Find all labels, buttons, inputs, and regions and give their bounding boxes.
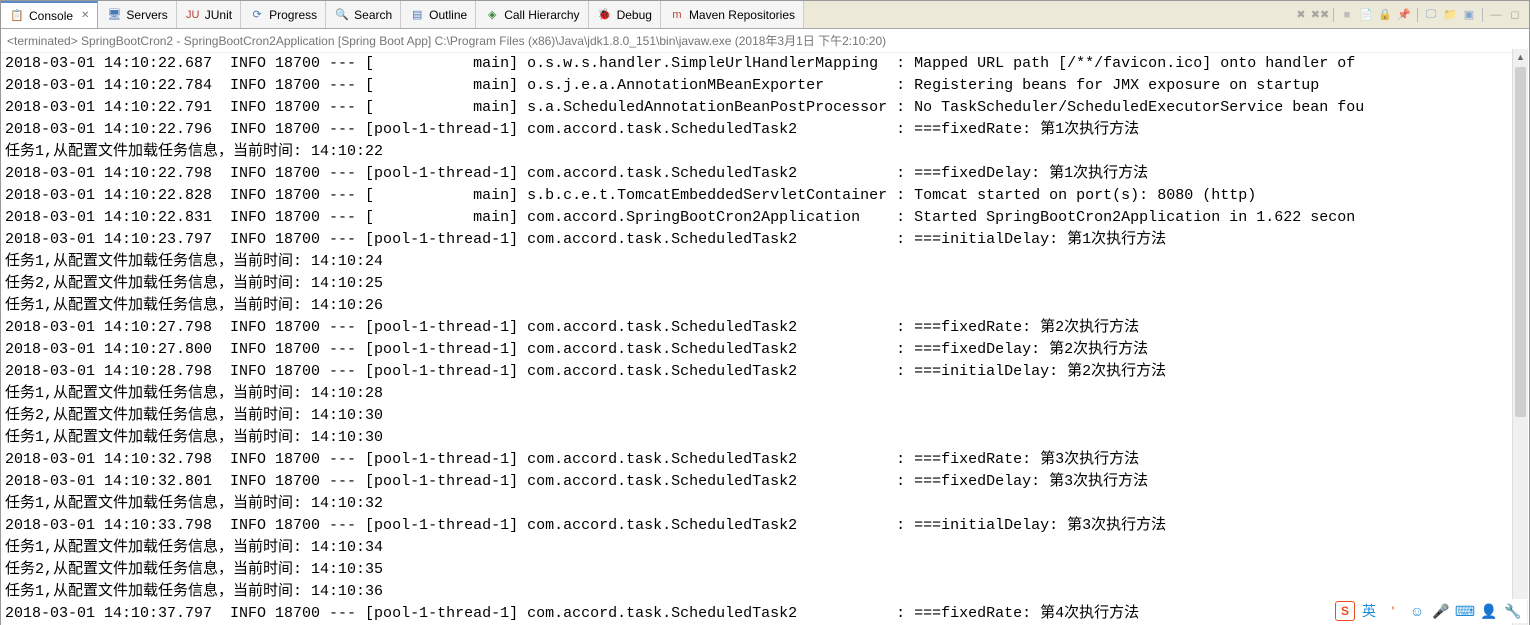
scroll-lock-icon[interactable]: 🔒 <box>1377 7 1393 23</box>
console-line: 任务1,从配置文件加载任务信息，当前时间: 14:10:32 <box>5 493 1525 515</box>
console-line: 2018-03-01 14:10:22.791 INFO 18700 --- [… <box>5 97 1525 119</box>
console-line: 2018-03-01 14:10:27.800 INFO 18700 --- [… <box>5 339 1525 361</box>
console-line: 任务1,从配置文件加载任务信息，当前时间: 14:10:36 <box>5 581 1525 603</box>
tab-debug[interactable]: 🐞 Debug <box>589 1 661 28</box>
tab-outline[interactable]: ▤ Outline <box>401 1 476 28</box>
progress-icon: ⟳ <box>249 7 265 23</box>
console-line: 任务1,从配置文件加载任务信息，当前时间: 14:10:24 <box>5 251 1525 273</box>
junit-icon: JU <box>185 7 201 23</box>
tab-label: Debug <box>617 8 652 22</box>
console-line: 任务1,从配置文件加载任务信息，当前时间: 14:10:22 <box>5 141 1525 163</box>
console-line: 2018-03-01 14:10:23.797 INFO 18700 --- [… <box>5 229 1525 251</box>
tab-console[interactable]: 📋 Console ✕ <box>1 1 98 28</box>
tab-label: Maven Repositories <box>689 8 795 22</box>
terminate-icon[interactable]: ■ <box>1339 7 1355 23</box>
call-hierarchy-icon: ◈ <box>484 7 500 23</box>
toolbar-separator <box>1482 8 1483 22</box>
display-icon[interactable]: 🖵 <box>1423 7 1439 23</box>
toolbar-separator <box>1417 8 1418 22</box>
console-line: 2018-03-01 14:10:32.798 INFO 18700 --- [… <box>5 449 1525 471</box>
console-line: 任务1,从配置文件加载任务信息，当前时间: 14:10:28 <box>5 383 1525 405</box>
clear-icon[interactable]: 📄 <box>1358 7 1374 23</box>
debug-icon: 🐞 <box>597 7 613 23</box>
console-line: 2018-03-01 14:10:37.797 INFO 18700 --- [… <box>5 603 1525 625</box>
vertical-scrollbar[interactable]: ▲ ▼ <box>1512 49 1528 625</box>
tab-search[interactable]: 🔍 Search <box>326 1 401 28</box>
console-line: 2018-03-01 14:10:22.796 INFO 18700 --- [… <box>5 119 1525 141</box>
tab-bar: 📋 Console ✕ 🖥 Servers JU JUnit ⟳ Progress 🔍 Search… <box>1 1 1529 29</box>
tab-progress[interactable]: ⟳ Progress <box>241 1 326 28</box>
console-line: 任务2,从配置文件加载任务信息，当前时间: 14:10:35 <box>5 559 1525 581</box>
ime-comma-icon[interactable]: ' <box>1383 601 1403 621</box>
tab-label: Console <box>29 9 73 23</box>
tab-maven-repositories[interactable]: m Maven Repositories <box>661 1 804 28</box>
tab-label: JUnit <box>205 8 232 22</box>
tab-label: Outline <box>429 8 467 22</box>
tab-junit[interactable]: JU JUnit <box>177 1 241 28</box>
console-icon: 📋 <box>9 8 25 24</box>
tab-label: Search <box>354 8 392 22</box>
console-line: 任务1,从配置文件加载任务信息，当前时间: 14:10:34 <box>5 537 1525 559</box>
servers-icon: 🖥 <box>106 7 122 23</box>
toolbar-separator <box>1333 8 1334 22</box>
pin-icon[interactable]: 📌 <box>1396 7 1412 23</box>
console-output[interactable]: 2018-03-01 14:10:22.687 INFO 18700 --- [… <box>1 53 1529 625</box>
tab-call-hierarchy[interactable]: ◈ Call Hierarchy <box>476 1 588 28</box>
ime-language-icon[interactable]: 英 <box>1359 601 1379 621</box>
console-status: <terminated> SpringBootCron2 - SpringBoo… <box>1 29 1529 53</box>
ime-toolbar: S 英 ' ☺ 🎤 ⌨ 👤 🔧 <box>1331 599 1527 623</box>
ime-mic-icon[interactable]: 🎤 <box>1431 601 1451 621</box>
maven-repositories-icon: m <box>669 7 685 23</box>
minimize-icon[interactable]: — <box>1488 7 1504 23</box>
ime-smile-icon[interactable]: ☺ <box>1407 601 1427 621</box>
remove-all-icon[interactable]: ✖✖ <box>1312 7 1328 23</box>
console-line: 2018-03-01 14:10:22.831 INFO 18700 --- [… <box>5 207 1525 229</box>
close-icon[interactable]: ✕ <box>81 10 89 21</box>
ime-keyboard-icon[interactable]: ⌨ <box>1455 601 1475 621</box>
console-line: 2018-03-01 14:10:32.801 INFO 18700 --- [… <box>5 471 1525 493</box>
outline-icon: ▤ <box>409 7 425 23</box>
tab-label: Progress <box>269 8 317 22</box>
console-line: 2018-03-01 14:10:22.687 INFO 18700 --- [… <box>5 53 1525 75</box>
console-line: 2018-03-01 14:10:33.798 INFO 18700 --- [… <box>5 515 1525 537</box>
remove-launch-icon[interactable]: ✖ <box>1293 7 1309 23</box>
scroll-thumb[interactable] <box>1515 67 1526 417</box>
console-toolbar: ✖✖✖ ■📄🔒📌 🖵📁▣ —◻ <box>1293 7 1529 23</box>
console-line: 2018-03-01 14:10:27.798 INFO 18700 --- [… <box>5 317 1525 339</box>
console-line: 2018-03-01 14:10:22.798 INFO 18700 --- [… <box>5 163 1525 185</box>
console-line: 任务1,从配置文件加载任务信息，当前时间: 14:10:30 <box>5 427 1525 449</box>
tab-label: Call Hierarchy <box>504 8 579 22</box>
ime-logo-icon[interactable]: S <box>1335 601 1355 621</box>
terminal-icon[interactable]: ▣ <box>1461 7 1477 23</box>
console-line: 任务2,从配置文件加载任务信息，当前时间: 14:10:30 <box>5 405 1525 427</box>
console-line: 2018-03-01 14:10:22.784 INFO 18700 --- [… <box>5 75 1525 97</box>
search-icon: 🔍 <box>334 7 350 23</box>
console-line: 任务1,从配置文件加载任务信息，当前时间: 14:10:26 <box>5 295 1525 317</box>
console-line: 2018-03-01 14:10:22.828 INFO 18700 --- [… <box>5 185 1525 207</box>
console-line: 2018-03-01 14:10:28.798 INFO 18700 --- [… <box>5 361 1525 383</box>
console-line: 任务2,从配置文件加载任务信息，当前时间: 14:10:25 <box>5 273 1525 295</box>
scroll-up-icon[interactable]: ▲ <box>1513 49 1528 65</box>
tab-label: Servers <box>126 8 167 22</box>
open-icon[interactable]: 📁 <box>1442 7 1458 23</box>
maximize-icon[interactable]: ◻ <box>1507 7 1523 23</box>
ime-person-icon[interactable]: 👤 <box>1479 601 1499 621</box>
ime-tool-icon[interactable]: 🔧 <box>1503 601 1523 621</box>
tab-servers[interactable]: 🖥 Servers <box>98 1 176 28</box>
